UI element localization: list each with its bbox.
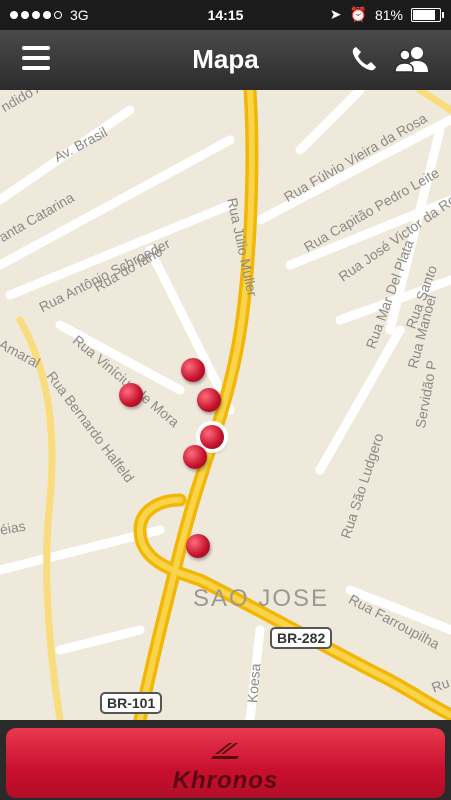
- khronos-logo: Khronos: [6, 742, 445, 795]
- map-pin[interactable]: [183, 445, 207, 469]
- alarm-icon: ⏰: [349, 6, 367, 22]
- contacts-icon: [394, 47, 428, 73]
- page-title: Mapa: [192, 44, 259, 74]
- highway-badge: BR-101: [100, 692, 163, 714]
- khronos-wordmark: Khronos: [172, 767, 279, 794]
- battery-icon: [411, 7, 444, 22]
- navigation-bar: Mapa: [0, 30, 451, 91]
- contacts-button[interactable]: [393, 44, 431, 74]
- phone-icon: [352, 47, 376, 71]
- map-pin[interactable]: [119, 383, 143, 407]
- status-right: ➤ ⏰ 81%: [329, 6, 444, 23]
- highway-badge: BR-282: [270, 627, 333, 649]
- district-label: SAO JOSE: [193, 585, 330, 612]
- map-pin[interactable]: [181, 358, 205, 382]
- map-pin[interactable]: [197, 388, 221, 412]
- khronos-logo-icon: [210, 743, 239, 759]
- khronos-button[interactable]: Khronos: [6, 728, 445, 798]
- location-arrow-icon: ➤: [329, 6, 342, 22]
- phone-button[interactable]: [349, 44, 379, 74]
- map-view[interactable]: ndido A Av. Brasil anta Catarina Rua Ant…: [0, 90, 451, 720]
- map-pin-selected[interactable]: [200, 425, 224, 449]
- map-pin[interactable]: [186, 534, 210, 558]
- status-bar: 3G 14:15 ➤ ⏰ 81%: [0, 0, 451, 30]
- footer-bar: Khronos: [0, 720, 451, 800]
- battery-percent: 81%: [374, 6, 403, 23]
